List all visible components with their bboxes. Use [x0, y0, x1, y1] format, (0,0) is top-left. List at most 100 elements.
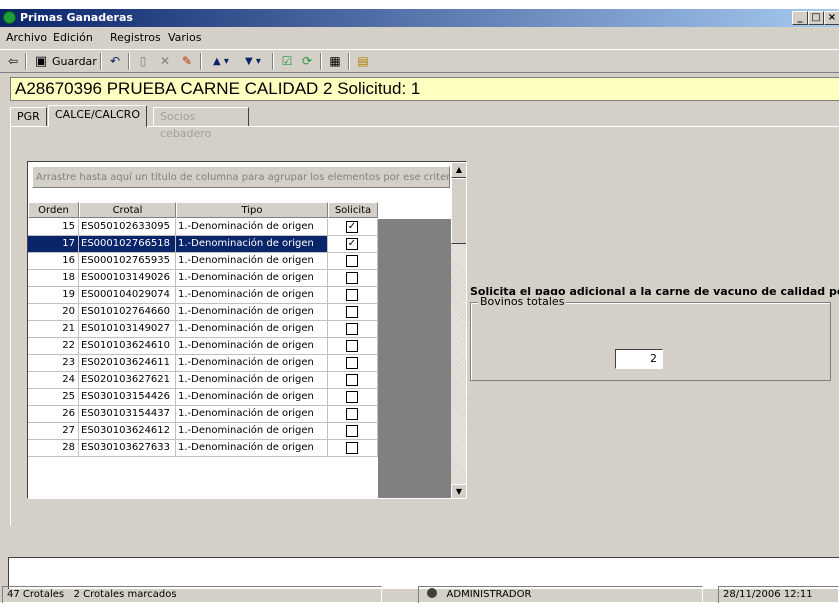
- edit-icon[interactable]: ✎: [178, 52, 196, 71]
- app-window: Primas Ganaderas _ □ × Archivo Edición R…: [0, 8, 839, 603]
- table-row[interactable]: 23 ES020103624611 1.-Denominación de orige…: [28, 355, 378, 372]
- toolbar-separator: [200, 53, 202, 70]
- groupbox-title: Bovinos totales: [478, 295, 567, 308]
- table-row[interactable]: 24 ES020103627621 1.-Denominación de orige…: [28, 372, 378, 389]
- cell-solicita: [328, 440, 378, 457]
- checked-checkbox[interactable]: ✓: [346, 221, 358, 233]
- table-row[interactable]: 18 ES000103149026 1.-Denominación de orige…: [28, 270, 378, 287]
- menu-bar: Archivo Edición Registros Varios: [0, 28, 839, 47]
- bovinos-totales-field[interactable]: 2: [615, 349, 663, 369]
- move-down-icon[interactable]: ▼ ▾: [238, 52, 268, 71]
- unchecked-checkbox[interactable]: [346, 442, 358, 454]
- maximize-button[interactable]: □: [808, 11, 824, 25]
- toolbar-separator: [320, 53, 322, 70]
- status-user: ADMINISTRADOR: [418, 586, 703, 603]
- minimize-button[interactable]: _: [792, 11, 808, 25]
- table-row[interactable]: 19 ES000104029074 1.-Denominación de orige…: [28, 287, 378, 304]
- new-document-icon[interactable]: ▯: [134, 52, 152, 71]
- scroll-thumb[interactable]: [451, 178, 466, 244]
- unchecked-checkbox[interactable]: [346, 323, 358, 335]
- app-icon: [3, 11, 16, 24]
- cell-orden: 21: [28, 321, 79, 338]
- table-row[interactable]: 22 ES010103624610 1.-Denominación de orige…: [28, 338, 378, 355]
- notes-icon[interactable]: ▤: [354, 52, 372, 71]
- tab-pgr[interactable]: PGR: [10, 107, 47, 126]
- menu-archivo[interactable]: Archivo: [6, 31, 47, 44]
- table-row[interactable]: 28 ES030103627633 1.-Denominación de orige…: [28, 440, 378, 457]
- tab-socios-cebadero[interactable]: Socios cebadero: [153, 107, 249, 140]
- table-row[interactable]: 27 ES030103624612 1.-Denominación de orige…: [28, 423, 378, 440]
- save-button[interactable]: Guardar: [52, 52, 97, 71]
- cell-solicita: [328, 372, 378, 389]
- back-arrow-icon[interactable]: ⇦: [4, 52, 22, 71]
- cell-crotal: ES000104029074: [79, 287, 176, 304]
- cell-tipo: 1.-Denominación de origen: [176, 253, 328, 270]
- tab-calce-calcro[interactable]: CALCE/CALCRO: [48, 105, 147, 127]
- cell-crotal: ES010103624610: [79, 338, 176, 355]
- cell-orden: 15: [28, 219, 79, 236]
- unchecked-checkbox[interactable]: [346, 374, 358, 386]
- unchecked-checkbox[interactable]: [346, 425, 358, 437]
- cell-orden: 20: [28, 304, 79, 321]
- vertical-scrollbar[interactable]: ▲ ▼: [451, 162, 466, 498]
- calculator-icon[interactable]: ▦: [326, 52, 344, 71]
- toolbar-separator: [25, 53, 27, 70]
- table-row[interactable]: 20 ES010102764660 1.-Denominación de orige…: [28, 304, 378, 321]
- cell-orden: 25: [28, 389, 79, 406]
- column-header-solicita[interactable]: Solicita: [328, 202, 378, 218]
- cell-crotal: ES020103627621: [79, 372, 176, 389]
- grid-empty-area: [378, 219, 451, 498]
- group-by-area[interactable]: Arrastre hasta aquí un título de columna…: [32, 166, 450, 188]
- refresh-icon[interactable]: ⟳: [298, 52, 316, 71]
- cell-solicita: [328, 406, 378, 423]
- table-row[interactable]: 15 ES050102633095 1.-Denominación de orige…: [28, 219, 378, 236]
- unchecked-checkbox[interactable]: [346, 255, 358, 267]
- cell-crotal: ES020103624611: [79, 355, 176, 372]
- scroll-up-icon[interactable]: ▲: [451, 162, 466, 178]
- cell-tipo: 1.-Denominación de origen: [176, 287, 328, 304]
- unchecked-checkbox[interactable]: [346, 289, 358, 301]
- cell-tipo: 1.-Denominación de origen: [176, 406, 328, 423]
- cell-tipo: 1.-Denominación de origen: [176, 236, 328, 253]
- title-bar[interactable]: Primas Ganaderas _ □ ×: [0, 9, 839, 27]
- unchecked-checkbox[interactable]: [346, 340, 358, 352]
- scroll-down-icon[interactable]: ▼: [451, 484, 466, 498]
- delete-icon[interactable]: ✕: [156, 52, 174, 71]
- cell-crotal: ES010103149027: [79, 321, 176, 338]
- cell-tipo: 1.-Denominación de origen: [176, 423, 328, 440]
- unchecked-checkbox[interactable]: [346, 306, 358, 318]
- cell-solicita: [328, 304, 378, 321]
- cell-solicita: [328, 287, 378, 304]
- cell-orden: 22: [28, 338, 79, 355]
- save-icon[interactable]: ▣: [32, 52, 50, 71]
- column-header-crotal[interactable]: Crotal: [79, 202, 176, 218]
- table-row[interactable]: 26 ES030103154437 1.-Denominación de orige…: [28, 406, 378, 423]
- table-row[interactable]: 16 ES000102765935 1.-Denominación de orige…: [28, 253, 378, 270]
- checked-checkbox[interactable]: ✓: [346, 238, 358, 250]
- column-header-tipo[interactable]: Tipo: [176, 202, 328, 218]
- toolbar-separator: [128, 53, 130, 70]
- cell-orden: 27: [28, 423, 79, 440]
- move-up-icon[interactable]: ▲ ▾: [206, 52, 236, 71]
- unchecked-checkbox[interactable]: [346, 272, 358, 284]
- cell-crotal: ES050102633095: [79, 219, 176, 236]
- toolbar: ⇦ ▣ Guardar ↶ ▯ ✕ ✎ ▲ ▾ ▼ ▾ ☑ ⟳ ▦ ▤: [0, 49, 839, 73]
- cell-tipo: 1.-Denominación de origen: [176, 389, 328, 406]
- column-header-orden[interactable]: Orden: [28, 202, 79, 218]
- message-area[interactable]: [8, 557, 839, 589]
- undo-icon[interactable]: ↶: [106, 52, 124, 71]
- unchecked-checkbox[interactable]: [346, 391, 358, 403]
- check-icon[interactable]: ☑: [278, 52, 296, 71]
- close-button[interactable]: ×: [824, 11, 839, 25]
- table-row[interactable]: 21 ES010103149027 1.-Denominación de orige…: [28, 321, 378, 338]
- table-row[interactable]: 25 ES030103154426 1.-Denominación de orige…: [28, 389, 378, 406]
- cell-solicita: [328, 423, 378, 440]
- menu-edicion[interactable]: Edición: [53, 31, 93, 44]
- menu-registros[interactable]: Registros: [110, 31, 161, 44]
- table-row[interactable]: 17 ES000102766518 1.-Denominación de orige…: [28, 236, 378, 253]
- unchecked-checkbox[interactable]: [346, 408, 358, 420]
- cell-tipo: 1.-Denominación de origen: [176, 270, 328, 287]
- menu-varios[interactable]: Varios: [168, 31, 201, 44]
- unchecked-checkbox[interactable]: [346, 357, 358, 369]
- toolbar-separator: [272, 53, 274, 70]
